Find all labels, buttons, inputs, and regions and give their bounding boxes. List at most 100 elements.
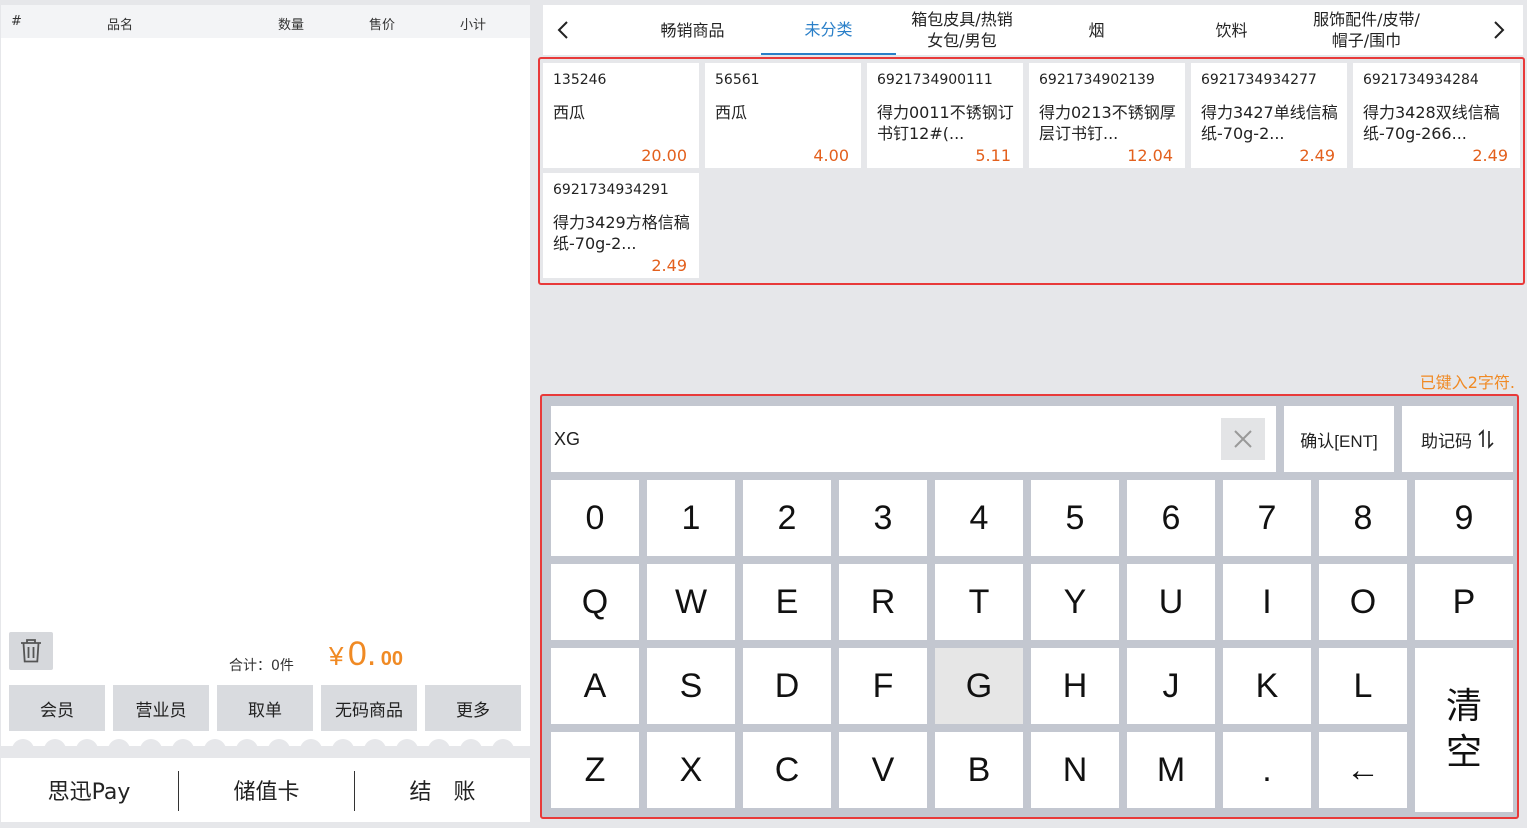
key-2[interactable]: 2 [743, 480, 831, 556]
checkout-button[interactable]: 结 账 [355, 758, 530, 822]
payment-bar: 思迅Pay 储值卡 结 账 [1, 758, 530, 822]
input-status: 已键入2字符. [1419, 373, 1515, 392]
key-h[interactable]: H [1031, 648, 1119, 724]
tab-bestsellers[interactable]: 畅销商品 [625, 5, 760, 55]
clear-all-button[interactable]: 清 空 [1415, 648, 1513, 812]
product-price: 4.00 [813, 146, 849, 165]
key-l[interactable]: L [1319, 648, 1407, 724]
product-name: 得力3429方格信稿纸-70g-2... [553, 213, 690, 253]
member-button[interactable]: 会员 [9, 685, 105, 731]
key-u[interactable]: U [1127, 564, 1215, 640]
key-n[interactable]: N [1031, 732, 1119, 808]
key-g[interactable]: G [935, 648, 1023, 724]
total-decimal: 00 [380, 648, 403, 670]
key-b[interactable]: B [935, 732, 1023, 808]
tab-bags-leather[interactable]: 箱包皮具/热销 女包/男包 [897, 5, 1027, 55]
confirm-button[interactable]: 确认[ENT] [1284, 406, 1394, 472]
key-c[interactable]: C [743, 732, 831, 808]
product-price: 20.00 [641, 146, 687, 165]
product-name: 得力0213不锈钢厚层订书钉... [1039, 103, 1176, 143]
tab-apparel-accessories[interactable]: 服饰配件/皮带/ 帽子/围巾 [1299, 5, 1434, 55]
product-code: 6921734934284 [1363, 72, 1479, 88]
key-q[interactable]: Q [551, 564, 639, 640]
product-code: 56561 [715, 72, 760, 88]
key-k[interactable]: K [1223, 648, 1311, 724]
key-w[interactable]: W [647, 564, 735, 640]
salesperson-button[interactable]: 营业员 [113, 685, 209, 731]
key-3[interactable]: 3 [839, 480, 927, 556]
key-i[interactable]: I [1223, 564, 1311, 640]
product-card[interactable]: 56561 西瓜 4.00 [705, 63, 861, 168]
tab-tobacco[interactable]: 烟 [1029, 5, 1164, 55]
product-card[interactable]: 6921734934284 得力3428双线信稿纸-70g-266... 2.4… [1353, 63, 1520, 168]
search-input[interactable] [551, 406, 1211, 472]
product-card[interactable]: 6921734900111 得力0011不锈钢订书钉12#(... 5.11 [867, 63, 1023, 168]
key-t[interactable]: T [935, 564, 1023, 640]
product-card[interactable]: 6921734902139 得力0213不锈钢厚层订书钉... 12.04 [1029, 63, 1185, 168]
key-x[interactable]: X [647, 732, 735, 808]
key-4[interactable]: 4 [935, 480, 1023, 556]
sixun-pay-button[interactable]: 思迅Pay [1, 758, 177, 822]
key-o[interactable]: O [1319, 564, 1407, 640]
category-bar: 畅销商品 未分类 箱包皮具/热销 女包/男包 烟 饮料 服饰配件/皮带/ 帽子/… [543, 5, 1523, 55]
key-dot[interactable]: . [1223, 732, 1311, 808]
chevron-right-icon [1494, 21, 1505, 39]
key-j[interactable]: J [1127, 648, 1215, 724]
key-8[interactable]: 8 [1319, 480, 1407, 556]
key-5[interactable]: 5 [1031, 480, 1119, 556]
key-e[interactable]: E [743, 564, 831, 640]
retrieve-order-button[interactable]: 取单 [217, 685, 313, 731]
key-f[interactable]: F [839, 648, 927, 724]
key-r[interactable]: R [839, 564, 927, 640]
key-backspace[interactable]: ← [1319, 732, 1407, 808]
product-price: 2.49 [1472, 146, 1508, 165]
no-barcode-item-button[interactable]: 无码商品 [321, 685, 417, 731]
product-grid: 135246 西瓜 20.00 56561 西瓜 4.00 6921734900… [538, 57, 1525, 285]
product-name: 得力3427单线信稿纸-70g-2... [1201, 103, 1338, 143]
key-y[interactable]: Y [1031, 564, 1119, 640]
cart-panel: # 品名 数量 售价 小计 合计：0件 ¥ 0. 00 会员 营业员 取单 无码… [0, 0, 532, 828]
product-card[interactable]: 135246 西瓜 20.00 [543, 63, 699, 168]
product-price: 5.11 [975, 146, 1011, 165]
tab-beverages[interactable]: 饮料 [1164, 5, 1299, 55]
key-6[interactable]: 6 [1127, 480, 1215, 556]
key-1[interactable]: 1 [647, 480, 735, 556]
key-z[interactable]: Z [551, 732, 639, 808]
clear-input-button[interactable] [1221, 418, 1265, 460]
search-box [551, 406, 1276, 472]
key-9[interactable]: 9 [1415, 480, 1513, 556]
product-code: 6921734900111 [877, 72, 993, 88]
product-name: 得力3428双线信稿纸-70g-266... [1363, 103, 1500, 143]
key-m[interactable]: M [1127, 732, 1215, 808]
mnemonic-toggle-button[interactable]: 助记码 [1402, 406, 1513, 472]
more-button[interactable]: 更多 [425, 685, 521, 731]
key-a[interactable]: A [551, 648, 639, 724]
receipt-edge [10, 739, 525, 753]
trash-icon [21, 639, 41, 663]
tab-uncategorized[interactable]: 未分类 [761, 5, 896, 55]
product-name: 西瓜 [715, 103, 748, 122]
total-amount: ¥ 0. 00 [329, 635, 403, 674]
product-card[interactable]: 6921734934277 得力3427单线信稿纸-70g-2... 2.49 [1191, 63, 1347, 168]
key-s[interactable]: S [647, 648, 735, 724]
mnemonic-label: 助记码 [1421, 431, 1472, 452]
product-name: 西瓜 [553, 103, 586, 122]
key-d[interactable]: D [743, 648, 831, 724]
category-prev-button[interactable] [543, 5, 583, 55]
total-integer: 0. [347, 635, 377, 673]
delete-item-button[interactable] [9, 632, 53, 670]
key-0[interactable]: 0 [551, 480, 639, 556]
key-v[interactable]: V [839, 732, 927, 808]
category-next-button[interactable] [1479, 5, 1519, 55]
column-index: # [11, 14, 22, 29]
close-icon [1234, 430, 1252, 448]
product-price: 2.49 [1299, 146, 1335, 165]
column-quantity: 数量 [278, 18, 305, 33]
key-p[interactable]: P [1415, 564, 1513, 640]
key-7[interactable]: 7 [1223, 480, 1311, 556]
total-count: 合计：0件 [229, 658, 294, 674]
stored-value-card-button[interactable]: 储值卡 [179, 758, 354, 822]
cart-list: # 品名 数量 售价 小计 合计：0件 ¥ 0. 00 会员 营业员 取单 无码… [1, 5, 530, 746]
product-card[interactable]: 6921734934291 得力3429方格信稿纸-70g-2... 2.49 [543, 173, 699, 278]
product-price: 2.49 [651, 256, 687, 275]
